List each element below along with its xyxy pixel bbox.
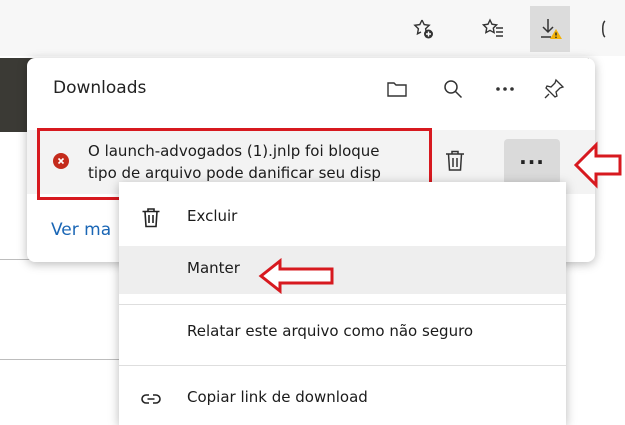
star-add-icon [413, 19, 433, 39]
pin-icon [544, 78, 565, 99]
page-divider [0, 359, 120, 360]
more-icon: ··· [519, 150, 545, 174]
menu-item-delete[interactable]: Excluir [119, 194, 566, 242]
menu-item-label: Relatar este arquivo como não seguro [187, 322, 474, 340]
link-icon [139, 387, 163, 411]
downloads-button[interactable] [530, 6, 570, 52]
download-warning-icon [541, 19, 562, 39]
search-downloads-button[interactable] [440, 76, 466, 102]
panel-title: Downloads [53, 78, 147, 98]
menu-separator [119, 365, 566, 366]
favorites-icon [481, 18, 503, 37]
download-context-menu: Excluir Manter Relatar este arquivo como… [119, 182, 566, 425]
menu-separator [119, 304, 566, 305]
pin-panel-button[interactable] [541, 76, 567, 102]
trash-icon [446, 150, 464, 171]
panel-more-button[interactable] [492, 76, 518, 102]
annotation-arrow-keep [258, 258, 334, 294]
menu-item-label: Manter [187, 259, 240, 277]
browser-toolbar [0, 0, 625, 56]
menu-item-keep[interactable]: Manter [119, 246, 566, 294]
download-more-actions-button[interactable]: ··· [504, 139, 560, 185]
menu-item-copy-link[interactable]: Copiar link de download [119, 375, 566, 423]
see-more-link[interactable]: Ver ma [51, 220, 111, 240]
add-favorite-button[interactable] [409, 14, 439, 44]
extension-icon [602, 20, 606, 38]
trash-icon [139, 206, 163, 230]
extensions-button[interactable] [598, 14, 625, 44]
more-icon [496, 87, 514, 91]
search-icon [444, 80, 463, 99]
menu-item-report-unsafe[interactable]: Relatar este arquivo como não seguro [119, 309, 566, 357]
menu-item-label: Excluir [187, 207, 238, 225]
favorites-button[interactable] [478, 14, 508, 44]
folder-icon [387, 82, 407, 97]
delete-download-button[interactable] [441, 146, 469, 176]
annotation-arrow-right [573, 141, 622, 189]
menu-item-label: Copiar link de download [187, 388, 368, 406]
open-folder-button[interactable] [384, 76, 410, 102]
